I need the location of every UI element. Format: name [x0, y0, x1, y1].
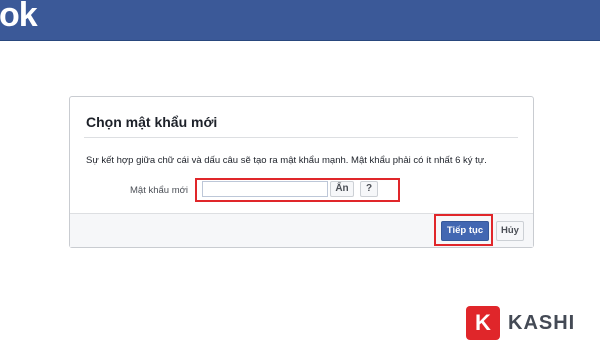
top-navigation-bar: ok [0, 0, 600, 41]
new-password-input[interactable] [202, 181, 328, 197]
new-password-label: Mật khẩu mới [130, 185, 188, 196]
password-hint: Sự kết hợp giữa chữ cái và dấu câu sẽ tạ… [86, 155, 487, 166]
facebook-logo[interactable]: ok [0, 0, 38, 37]
title-divider [84, 137, 518, 138]
hide-password-button[interactable]: Ẩn [330, 181, 354, 197]
kashi-logo-badge: K [466, 306, 500, 340]
kashi-watermark: K KASHI [466, 305, 575, 341]
help-button[interactable]: ? [360, 181, 378, 197]
dialog-title: Chọn mật khẩu mới [86, 114, 218, 130]
new-password-dialog: Chọn mật khẩu mới Sự kết hợp giữa chữ cá… [69, 96, 534, 248]
kashi-logo-text: KASHI [508, 311, 576, 334]
continue-button[interactable]: Tiếp tục [441, 221, 489, 241]
cancel-button[interactable]: Hủy [496, 221, 524, 241]
